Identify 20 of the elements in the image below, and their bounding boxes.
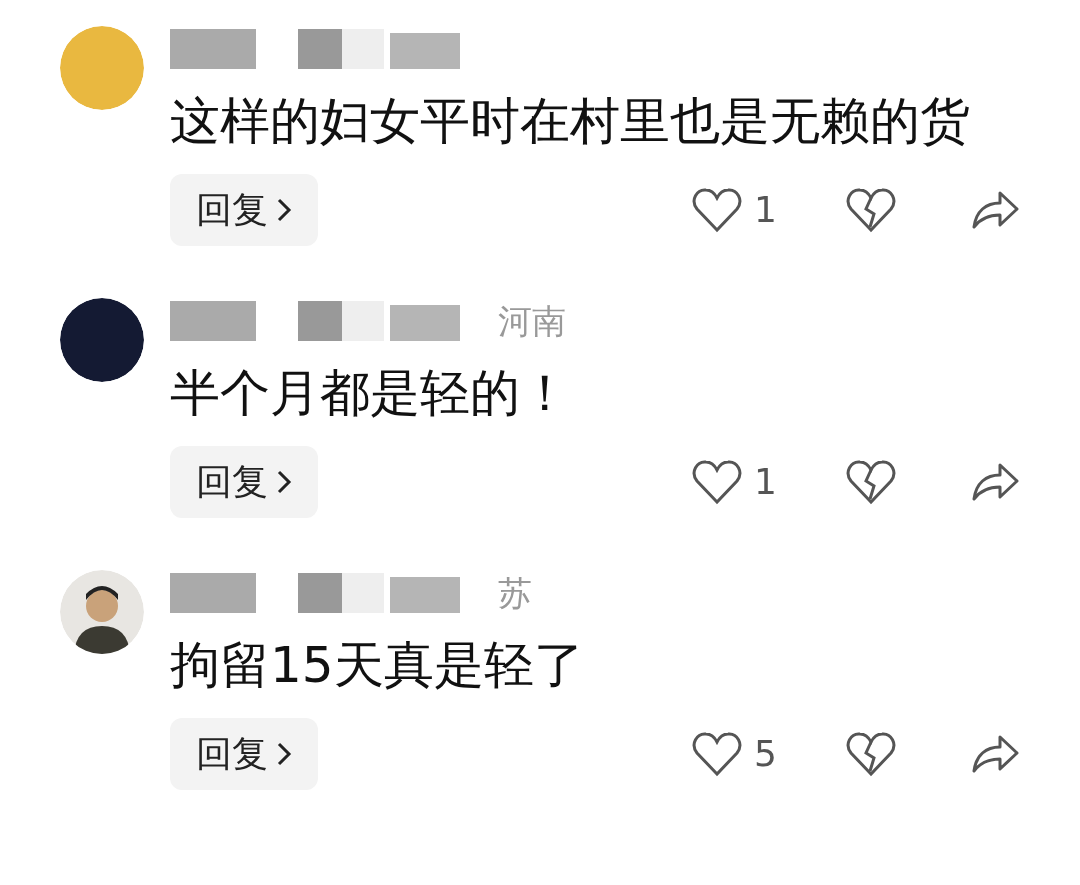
chevron-icon xyxy=(276,197,292,223)
broken-heart-icon[interactable] xyxy=(846,187,896,233)
reply-button[interactable]: 回复 xyxy=(170,446,318,518)
heart-icon[interactable] xyxy=(692,459,742,505)
location-text: 河南 xyxy=(498,299,566,343)
broken-heart-icon[interactable] xyxy=(846,459,896,505)
comment-text: 这样的妇女平时在村里也是无赖的货 xyxy=(170,91,971,152)
like-count: 1 xyxy=(754,460,778,504)
like-count: 5 xyxy=(754,732,778,776)
like-count: 1 xyxy=(754,188,778,232)
chevron-icon xyxy=(276,741,292,767)
reply-button[interactable]: 回复 xyxy=(170,718,318,790)
reply-button[interactable]: 回复 xyxy=(170,174,318,246)
heart-icon[interactable] xyxy=(692,187,742,233)
heart-icon[interactable] xyxy=(692,731,742,777)
location-text: 苏 xyxy=(498,571,532,615)
chevron-icon xyxy=(276,469,292,495)
broken-heart-icon[interactable] xyxy=(846,731,896,777)
comment-text: 半个月都是轻的！ xyxy=(170,363,571,424)
comment-text: 拘留15天真是轻了 xyxy=(170,635,585,696)
